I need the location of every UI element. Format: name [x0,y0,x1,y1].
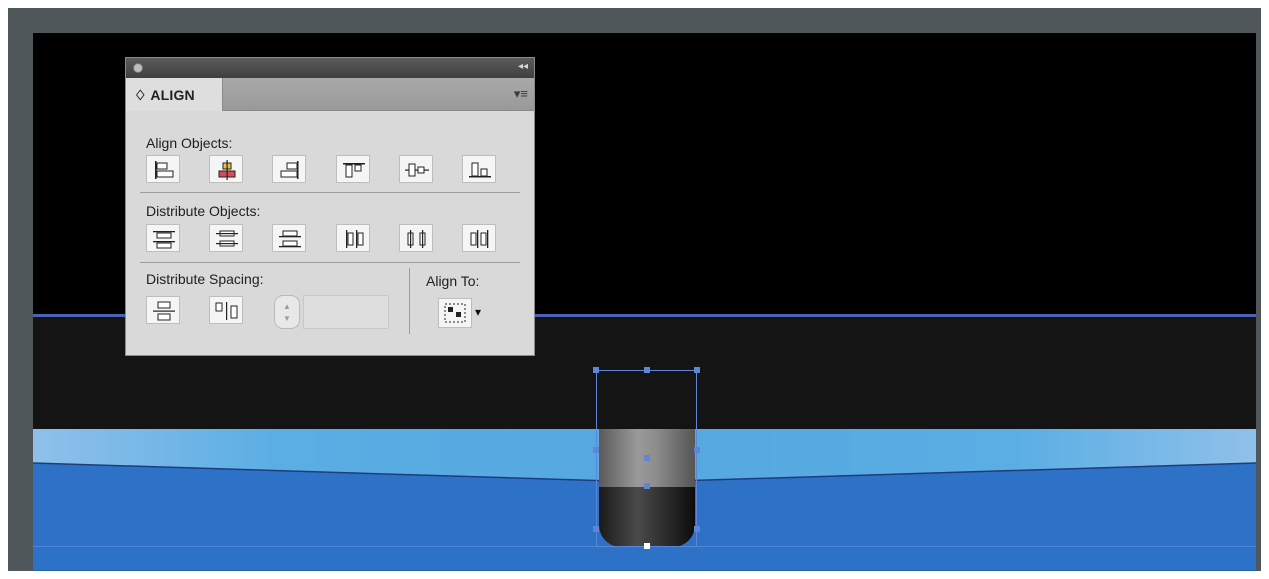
align-to-button[interactable] [438,298,472,328]
align-left-edges-icon [155,161,174,179]
align-horizontal-centers-button[interactable] [209,155,243,183]
distribute-top-edges-icon [153,231,175,249]
distribute-horizontal-space-button[interactable] [209,296,243,324]
tab-align[interactable]: ♢ ALIGN [126,78,223,111]
spacing-stepper[interactable]: ▲ ▼ [274,295,300,329]
distribute-horizontal-centers-icon [407,230,426,248]
distribute-bottom-edges-button[interactable] [272,224,306,252]
tab-align-label: ♢ ALIGN [134,87,195,103]
distribute-right-edges-button[interactable] [462,224,496,252]
selection-handle-bottom-left[interactable] [593,526,599,532]
align-right-edges-icon [280,161,299,179]
panel-title-bar[interactable]: ◂◂ [126,58,534,78]
align-vertical-centers-icon [405,163,429,177]
align-top-edges-button[interactable] [336,155,370,183]
distribute-left-edges-icon [346,230,364,248]
selection-handle-bottom-right[interactable] [694,526,700,532]
align-left-edges-button[interactable] [146,155,180,183]
distribute-top-edges-button[interactable] [146,224,180,252]
align-to-dropdown[interactable]: ▾ [438,298,492,330]
align-panel: ◂◂ ♢ ALIGN ▾≡ Align Objects: Distribute … [125,57,535,356]
divider [140,262,520,263]
selection-handle-top-center[interactable] [644,367,650,373]
distribute-right-edges-icon [470,230,489,248]
divider [409,268,410,334]
align-horizontal-centers-icon [218,160,236,180]
selection-handle-middle-right[interactable] [694,447,700,453]
stepper-down-icon[interactable]: ▼ [283,314,291,323]
distribute-horizontal-space-icon [215,302,238,320]
align-objects-label: Align Objects: [146,135,233,151]
selection-center-point[interactable] [644,455,650,461]
panel-menu-icon[interactable]: ▾≡ [514,86,528,102]
close-icon[interactable] [133,63,143,73]
distribute-objects-label: Distribute Objects: [146,203,261,219]
distribute-horizontal-centers-button[interactable] [399,224,433,252]
stepper-up-icon[interactable]: ▲ [283,302,291,311]
distribute-left-edges-button[interactable] [336,224,370,252]
selection-handle-bottom-center[interactable] [644,543,650,549]
divider [140,192,520,193]
align-top-edges-icon [343,163,365,178]
chevron-down-icon[interactable]: ▾ [475,305,481,319]
anchor-point-cup-seam[interactable] [644,483,650,489]
artboard-bottom-edge [33,570,1256,571]
align-bottom-edges-button[interactable] [462,155,496,183]
distribute-vertical-centers-icon [216,230,238,247]
distribute-vertical-centers-button[interactable] [209,224,243,252]
selection-handle-top-left[interactable] [593,367,599,373]
selection-handle-top-right[interactable] [694,367,700,373]
distribute-bottom-edges-icon [279,230,301,248]
panel-tab-row: ♢ ALIGN ▾≡ [126,78,534,111]
spacing-value-input[interactable] [303,295,389,329]
collapse-panel-icon[interactable]: ◂◂ [518,61,528,72]
align-to-selection-icon [444,303,466,323]
distribute-spacing-label: Distribute Spacing: [146,271,264,287]
selection-handle-middle-left[interactable] [593,447,599,453]
align-to-label: Align To: [426,273,480,289]
align-bottom-edges-icon [469,162,491,178]
distribute-vertical-space-icon [153,301,175,321]
align-right-edges-button[interactable] [272,155,306,183]
align-vertical-centers-button[interactable] [399,155,433,183]
distribute-vertical-space-button[interactable] [146,296,180,324]
